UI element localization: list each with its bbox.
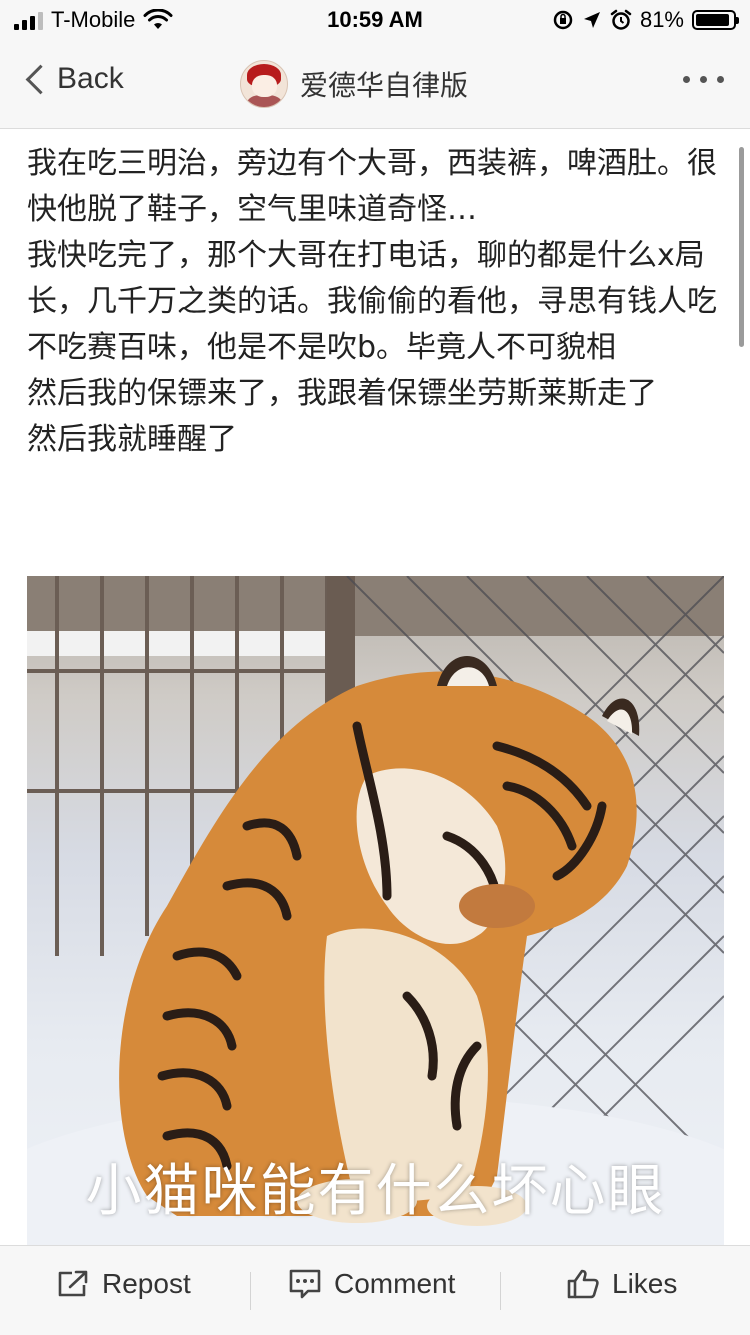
repost-icon bbox=[58, 1270, 88, 1297]
status-right: 81% bbox=[552, 7, 739, 33]
comment-button[interactable]: Comment bbox=[288, 1268, 455, 1300]
post-paragraph: 然后我的保镖来了，我跟着保镖坐劳斯莱斯走了 bbox=[27, 376, 657, 411]
likes-button[interactable]: Likes bbox=[566, 1268, 677, 1300]
avatar[interactable] bbox=[240, 60, 288, 108]
comment-icon bbox=[289, 1269, 321, 1299]
alarm-icon bbox=[610, 9, 632, 30]
back-label: Back bbox=[57, 62, 124, 95]
post-paragraph: 然后我就睡醒了 bbox=[27, 422, 237, 457]
likes-label: Likes bbox=[612, 1268, 678, 1299]
comment-label: Comment bbox=[334, 1268, 456, 1299]
screen-rotation-lock-icon bbox=[553, 10, 573, 30]
username[interactable]: 爱德华自律版 bbox=[300, 64, 468, 104]
repost-label: Repost bbox=[102, 1268, 191, 1299]
post-paragraph: 我快吃完了，那个大哥在打电话，聊的都是什么x局长，几千万之类的话。我偷偷的看他，… bbox=[27, 238, 717, 365]
post-paragraph: 我在吃三明治，旁边有个大哥，西装裤，啤酒肚。很快他脱了鞋子，空气里味道奇怪… bbox=[27, 146, 717, 227]
post-text: 我在吃三明治，旁边有个大哥，西装裤，啤酒肚。很快他脱了鞋子，空气里味道奇怪… 我… bbox=[27, 141, 727, 463]
thumbs-up-icon bbox=[567, 1269, 599, 1299]
location-icon bbox=[583, 12, 600, 28]
user-profile-link[interactable]: 爱德华自律版 bbox=[240, 60, 468, 108]
post-content: 我在吃三明治，旁边有个大哥，西装裤，啤酒肚。很快他脱了鞋子，空气里味道奇怪… 我… bbox=[0, 129, 750, 1245]
bottom-action-bar: Repost Comment Likes bbox=[0, 1245, 750, 1335]
divider bbox=[250, 1272, 251, 1310]
battery-icon bbox=[692, 10, 739, 30]
more-dots-icon[interactable] bbox=[683, 76, 724, 83]
divider bbox=[500, 1272, 501, 1310]
status-bar: T-Mobile 10:59 AM 81% bbox=[0, 0, 750, 40]
scrollbar[interactable] bbox=[739, 147, 744, 347]
nav-bar: Back 爱德华自律版 bbox=[0, 40, 750, 129]
chevron-left-icon bbox=[25, 64, 56, 94]
back-button[interactable]: Back bbox=[22, 62, 124, 96]
post-image[interactable]: 小猫咪能有什么坏心眼 bbox=[27, 576, 724, 1245]
tiger-illustration bbox=[27, 576, 724, 1245]
repost-button[interactable]: Repost bbox=[56, 1268, 191, 1300]
battery-percent: 81% bbox=[639, 7, 684, 32]
image-caption: 小猫咪能有什么坏心眼 bbox=[85, 1159, 666, 1224]
